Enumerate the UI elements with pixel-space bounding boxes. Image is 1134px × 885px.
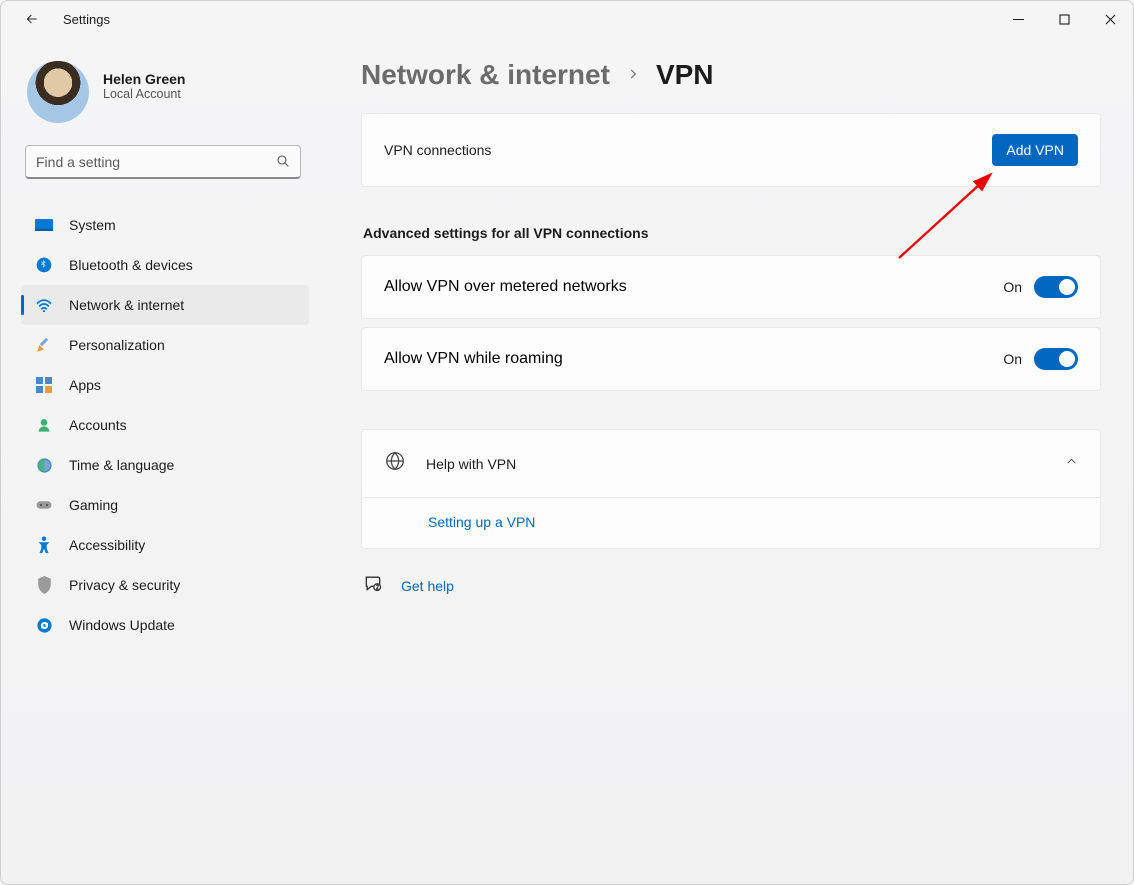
window-controls xyxy=(995,3,1133,35)
breadcrumb: Network & internet VPN xyxy=(361,59,1101,91)
help-expander: Help with VPN Setting up a VPN xyxy=(361,429,1101,549)
advanced-heading: Advanced settings for all VPN connection… xyxy=(363,225,1101,241)
app-title: Settings xyxy=(63,12,110,27)
setup-vpn-link[interactable]: Setting up a VPN xyxy=(428,514,535,530)
time-icon xyxy=(35,456,53,474)
nav-item-system[interactable]: System xyxy=(21,205,309,245)
nav-label: Gaming xyxy=(69,497,118,513)
accessibility-icon xyxy=(35,536,53,554)
chevron-up-icon xyxy=(1065,455,1078,473)
profile-name: Helen Green xyxy=(103,71,185,87)
bluetooth-icon xyxy=(35,256,53,274)
nav-item-privacy[interactable]: Privacy & security xyxy=(21,565,309,605)
nav-label: Time & language xyxy=(69,457,174,473)
profile-block[interactable]: Helen Green Local Account xyxy=(21,61,309,123)
metered-toggle-row: Allow VPN over metered networks On xyxy=(361,255,1101,319)
nav-label: Accounts xyxy=(69,417,127,433)
nav-label: Bluetooth & devices xyxy=(69,257,193,273)
roaming-label: Allow VPN while roaming xyxy=(384,350,563,368)
system-icon xyxy=(35,216,53,234)
search-box xyxy=(25,145,301,179)
network-icon xyxy=(35,296,53,314)
metered-toggle[interactable] xyxy=(1034,276,1078,298)
nav-label: Personalization xyxy=(69,337,165,353)
avatar xyxy=(27,61,89,123)
nav-label: Accessibility xyxy=(69,537,145,553)
titlebar: Settings xyxy=(1,1,1133,37)
sidebar: Helen Green Local Account System Bluetoo… xyxy=(1,37,321,884)
add-vpn-button[interactable]: Add VPN xyxy=(992,134,1078,166)
search-input[interactable] xyxy=(25,145,301,179)
profile-subtitle: Local Account xyxy=(103,87,185,101)
nav-label: Windows Update xyxy=(69,617,175,633)
breadcrumb-current: VPN xyxy=(656,59,714,91)
personalization-icon xyxy=(35,336,53,354)
content-pane: Network & internet VPN VPN connections A… xyxy=(321,37,1133,884)
get-help-row[interactable]: Get help xyxy=(361,571,1101,598)
settings-window: Settings Helen Green Local Account xyxy=(0,0,1134,885)
nav-item-gaming[interactable]: Gaming xyxy=(21,485,309,525)
nav-item-accessibility[interactable]: Accessibility xyxy=(21,525,309,565)
nav-item-accounts[interactable]: Accounts xyxy=(21,405,309,445)
roaming-toggle-row: Allow VPN while roaming On xyxy=(361,327,1101,391)
nav-item-network[interactable]: Network & internet xyxy=(21,285,309,325)
nav-item-personalization[interactable]: Personalization xyxy=(21,325,309,365)
minimize-button[interactable] xyxy=(995,3,1041,35)
help-header-label: Help with VPN xyxy=(426,456,1045,472)
roaming-state: On xyxy=(1003,351,1022,367)
nav-item-update[interactable]: Windows Update xyxy=(21,605,309,645)
nav-label: Privacy & security xyxy=(69,577,180,593)
privacy-icon xyxy=(35,576,53,594)
get-help-link[interactable]: Get help xyxy=(401,578,454,594)
roaming-toggle[interactable] xyxy=(1034,348,1078,370)
vpn-connections-card: VPN connections Add VPN xyxy=(361,113,1101,187)
close-button[interactable] xyxy=(1087,3,1133,35)
nav-item-bluetooth[interactable]: Bluetooth & devices xyxy=(21,245,309,285)
breadcrumb-parent[interactable]: Network & internet xyxy=(361,59,610,91)
update-icon xyxy=(35,616,53,634)
nav-item-apps[interactable]: Apps xyxy=(21,365,309,405)
back-icon[interactable] xyxy=(25,12,39,26)
maximize-button[interactable] xyxy=(1041,3,1087,35)
vpn-connections-label: VPN connections xyxy=(384,142,491,158)
chevron-right-icon xyxy=(626,64,640,87)
nav-label: System xyxy=(69,217,116,233)
nav-label: Apps xyxy=(69,377,101,393)
nav-item-time[interactable]: Time & language xyxy=(21,445,309,485)
accounts-icon xyxy=(35,416,53,434)
globe-icon xyxy=(384,450,406,477)
nav-list: System Bluetooth & devices Network & int… xyxy=(21,205,309,645)
apps-icon xyxy=(35,376,53,394)
search-icon xyxy=(275,153,291,174)
help-icon xyxy=(363,573,383,598)
help-expander-header[interactable]: Help with VPN xyxy=(362,430,1100,497)
gaming-icon xyxy=(35,496,53,514)
metered-label: Allow VPN over metered networks xyxy=(384,278,627,296)
nav-label: Network & internet xyxy=(69,297,184,313)
metered-state: On xyxy=(1003,279,1022,295)
help-expander-body: Setting up a VPN xyxy=(362,497,1100,548)
body: Helen Green Local Account System Bluetoo… xyxy=(1,37,1133,884)
